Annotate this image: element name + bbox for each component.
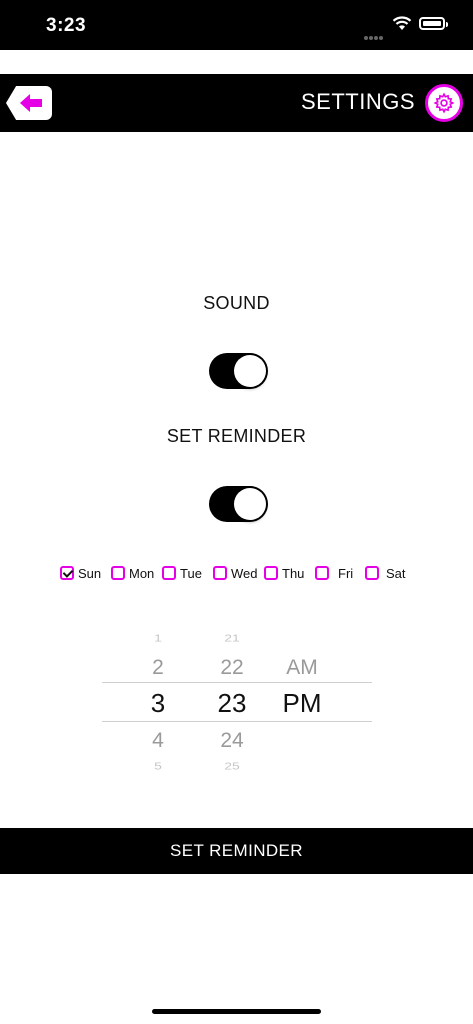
picker-ampm-selected[interactable]: PM — [272, 688, 332, 719]
checkbox — [213, 566, 227, 580]
picker-minute-option[interactable]: 25 — [202, 760, 262, 771]
day-label: Thu — [282, 565, 305, 581]
day-label: Tue — [180, 565, 202, 581]
day-checkbox-fri[interactable]: Fri — [315, 563, 353, 583]
reminder-toggle[interactable] — [209, 486, 268, 522]
day-checkbox-sat[interactable]: Sat — [365, 563, 406, 583]
picker-minute-selected[interactable]: 23 — [202, 688, 262, 719]
signal-icon — [364, 27, 384, 40]
day-checkbox-thu[interactable]: Thu — [264, 563, 304, 583]
picker-hour-option[interactable]: 1 — [128, 632, 188, 643]
checkbox-checked — [60, 566, 74, 580]
picker-minute-option[interactable]: 22 — [202, 656, 262, 680]
day-checkbox-mon[interactable]: Mon — [111, 563, 154, 583]
gear-icon — [433, 92, 455, 114]
arrow-left-icon — [20, 94, 42, 112]
picker-hour-option[interactable]: 4 — [128, 729, 188, 753]
settings-button[interactable] — [425, 84, 463, 122]
wifi-icon — [392, 16, 412, 30]
sound-toggle[interactable] — [209, 353, 268, 389]
checkbox — [315, 566, 329, 580]
status-bar: 3:23 — [0, 0, 473, 50]
picker-hour-selected[interactable]: 3 — [128, 688, 188, 719]
day-selector: Sun Mon Tue Wed Thu Fri Sat — [0, 563, 473, 583]
battery-icon — [419, 17, 448, 30]
status-time: 3:23 — [46, 15, 87, 36]
checkbox — [264, 566, 278, 580]
reminder-label: SET REMINDER — [166, 426, 307, 446]
back-button[interactable] — [6, 86, 52, 120]
picker-hour-option[interactable]: 2 — [128, 656, 188, 680]
set-reminder-button[interactable]: SET REMINDER — [0, 828, 473, 874]
home-indicator[interactable] — [152, 1009, 321, 1014]
day-checkbox-tue[interactable]: Tue — [162, 563, 202, 583]
page-title: SETTINGS — [300, 89, 415, 114]
checkbox — [162, 566, 176, 580]
checkbox — [365, 566, 379, 580]
header-bar: SETTINGS — [0, 74, 473, 132]
day-checkbox-sun[interactable]: Sun — [60, 563, 101, 583]
toggle-knob — [234, 355, 266, 387]
day-label: Sat — [386, 565, 406, 581]
day-label: Mon — [129, 565, 155, 581]
day-label: Wed — [231, 565, 258, 581]
picker-selection-top — [102, 682, 372, 683]
picker-minute-option[interactable]: 24 — [202, 729, 262, 753]
picker-minute-option[interactable]: 21 — [202, 632, 262, 643]
sound-label: SOUND — [203, 293, 270, 313]
picker-ampm-option[interactable]: AM — [272, 656, 332, 680]
day-label: Sun — [78, 565, 102, 581]
picker-hour-option[interactable]: 5 — [128, 760, 188, 771]
toggle-knob — [234, 488, 266, 520]
picker-selection-bottom — [102, 721, 372, 722]
day-label: Fri — [338, 565, 354, 581]
time-picker[interactable]: 1 2 3 4 5 21 22 23 24 25 AM PM — [102, 625, 372, 775]
day-checkbox-wed[interactable]: Wed — [213, 563, 258, 583]
checkbox — [111, 566, 125, 580]
